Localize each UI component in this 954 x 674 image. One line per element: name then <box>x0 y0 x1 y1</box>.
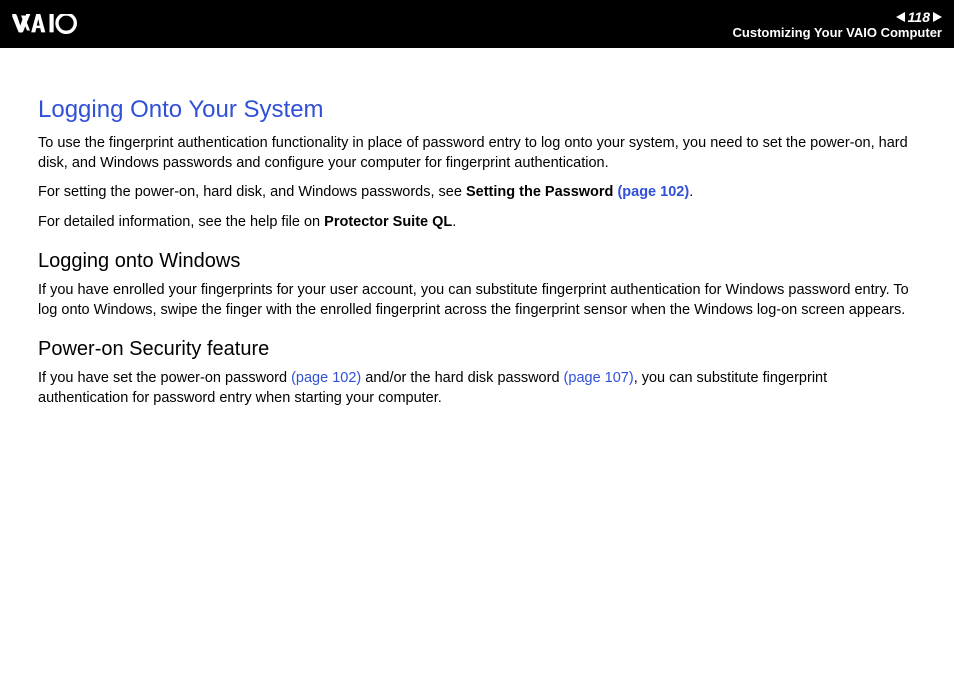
text: . <box>689 184 693 200</box>
sub-heading-2: Power-on Security feature <box>38 338 916 361</box>
page-navigation: 118 <box>896 9 942 25</box>
text: . <box>452 214 456 230</box>
paragraph-4: If you have enrolled your fingerprints f… <box>38 281 916 320</box>
paragraph-2: For setting the power-on, hard disk, and… <box>38 183 916 203</box>
bold-text: Setting the Password <box>466 184 617 200</box>
text: For setting the power-on, hard disk, and… <box>38 184 466 200</box>
next-page-icon[interactable] <box>933 12 942 22</box>
page-link-102b[interactable]: (page 102) <box>291 370 361 386</box>
sub-heading-1: Logging onto Windows <box>38 250 916 273</box>
text: For detailed information, see the help f… <box>38 214 324 230</box>
paragraph-3: For detailed information, see the help f… <box>38 213 916 233</box>
page-link-107[interactable]: (page 107) <box>564 370 634 386</box>
page-link-102[interactable]: (page 102) <box>617 184 689 200</box>
content-area: Logging Onto Your System To use the fing… <box>0 48 954 439</box>
section-title: Customizing Your VAIO Computer <box>733 25 942 40</box>
text: and/or the hard disk password <box>361 370 563 386</box>
prev-page-icon[interactable] <box>896 12 905 22</box>
bold-text: Protector Suite QL <box>324 214 452 230</box>
text: If you have set the power-on password <box>38 370 291 386</box>
header-bar: 118 Customizing Your VAIO Computer <box>0 0 954 48</box>
paragraph-1: To use the fingerprint authentication fu… <box>38 134 916 173</box>
paragraph-5: If you have set the power-on password (p… <box>38 369 916 408</box>
vaio-logo <box>12 14 112 34</box>
main-heading: Logging Onto Your System <box>38 96 916 124</box>
header-right: 118 Customizing Your VAIO Computer <box>733 9 942 40</box>
page-number: 118 <box>908 9 930 25</box>
